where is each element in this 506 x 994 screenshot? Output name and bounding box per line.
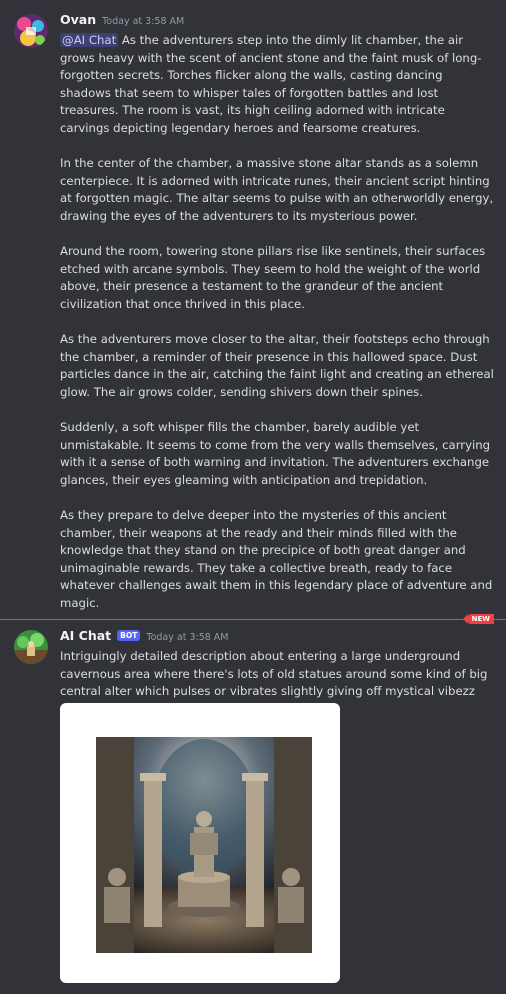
message-body: @AI Chat As the adventurers step into th…: [60, 32, 494, 613]
username[interactable]: AI Chat: [60, 628, 111, 643]
paragraph: As the adventurers move closer to the al…: [60, 332, 494, 399]
paragraph-text: As the adventurers step into the dimly l…: [60, 33, 482, 135]
paragraph: As they prepare to delve deeper into the…: [60, 508, 493, 610]
new-badge: NEW: [462, 614, 494, 624]
paragraph: @AI Chat As the adventurers step into th…: [60, 32, 494, 138]
image-attachment[interactable]: [60, 703, 340, 983]
paragraph: Around the room, towering stone pillars …: [60, 244, 486, 311]
username[interactable]: Ovan: [60, 12, 96, 27]
mention[interactable]: @AI Chat: [60, 33, 119, 47]
timestamp: Today at 3:58 AM: [146, 632, 229, 643]
message-ovan: Ovan Today at 3:58 AM @AI Chat As the ad…: [0, 0, 506, 613]
paragraph: Suddenly, a soft whisper fills the chamb…: [60, 420, 491, 487]
bot-badge: BOT: [117, 630, 141, 641]
message-header: Ovan Today at 3:58 AM: [60, 12, 494, 32]
avatar-ovan[interactable]: [14, 14, 48, 48]
avatar-ai-chat[interactable]: [14, 630, 48, 664]
message-ai-chat: AI Chat BOT Today at 3:58 AM Intriguingl…: [0, 628, 506, 983]
generated-image[interactable]: [96, 737, 312, 953]
message-text: Intriguingly detailed description about …: [60, 649, 488, 699]
message-header: AI Chat BOT Today at 3:58 AM: [60, 628, 494, 648]
timestamp: Today at 3:58 AM: [102, 16, 185, 27]
paragraph: In the center of the chamber, a massive …: [60, 156, 494, 223]
new-messages-divider: [0, 619, 506, 620]
